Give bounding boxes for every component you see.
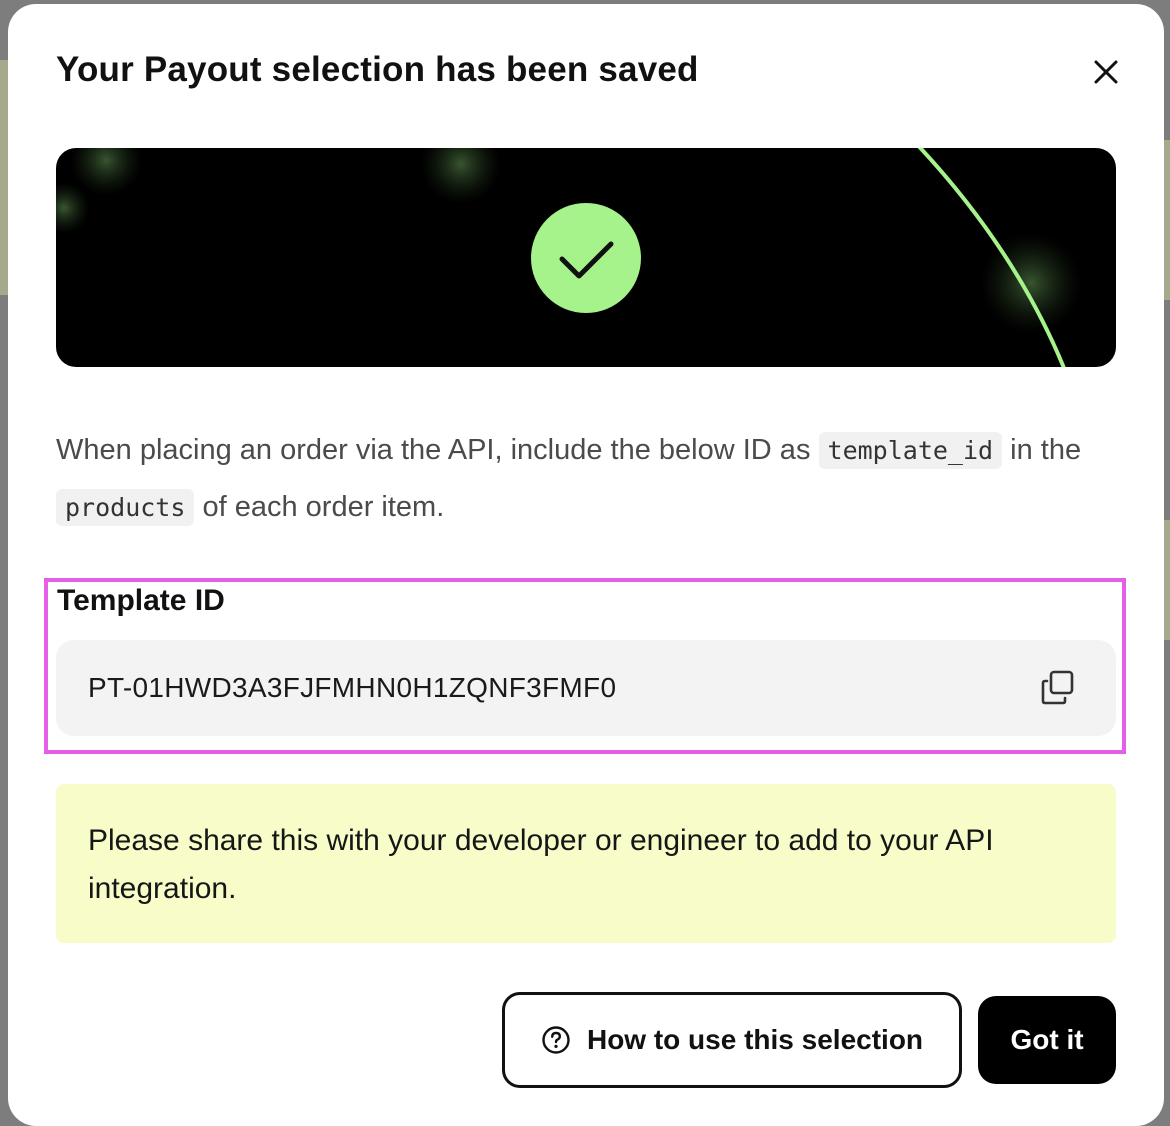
success-banner: [56, 148, 1116, 367]
instructions-part: in the: [1010, 434, 1082, 466]
copy-button[interactable]: [1038, 668, 1078, 708]
background-panel: [1164, 520, 1170, 640]
code-products: products: [56, 489, 195, 526]
decorative-orb: [421, 148, 501, 204]
decorative-orb: [981, 233, 1081, 333]
question-circle-icon: [542, 1026, 570, 1054]
modal-title: Your Payout selection has been saved: [56, 50, 699, 89]
background-panel: [1164, 140, 1170, 300]
instructions-text: When placing an order via the API, inclu…: [56, 422, 1096, 536]
close-button[interactable]: [1086, 52, 1126, 92]
template-id-value[interactable]: PT-01HWD3A3FJFMHN0H1ZQNF3FMF0: [88, 672, 616, 704]
instructions-part: When placing an order via the API, inclu…: [56, 434, 811, 466]
how-to-use-label: How to use this selection: [586, 1024, 924, 1055]
code-template-id: template_id: [818, 432, 1003, 469]
decorative-orb: [56, 182, 90, 234]
developer-notice: Please share this with your developer or…: [56, 784, 1116, 943]
instructions-part: of each order item.: [202, 491, 445, 523]
success-modal: Your Payout selection has been saved Whe…: [8, 4, 1164, 1126]
template-id-field: PT-01HWD3A3FJFMHN0H1ZQNF3FMF0: [56, 640, 1116, 736]
got-it-button[interactable]: Got it: [978, 996, 1116, 1084]
checkmark-icon: [531, 203, 641, 313]
close-icon: [1094, 60, 1118, 84]
notice-text: Please share this with your developer or…: [88, 824, 994, 905]
how-to-use-button[interactable]: How to use this selection: [502, 992, 962, 1088]
copy-icon: [1041, 670, 1074, 705]
template-id-label: Template ID: [57, 584, 225, 617]
